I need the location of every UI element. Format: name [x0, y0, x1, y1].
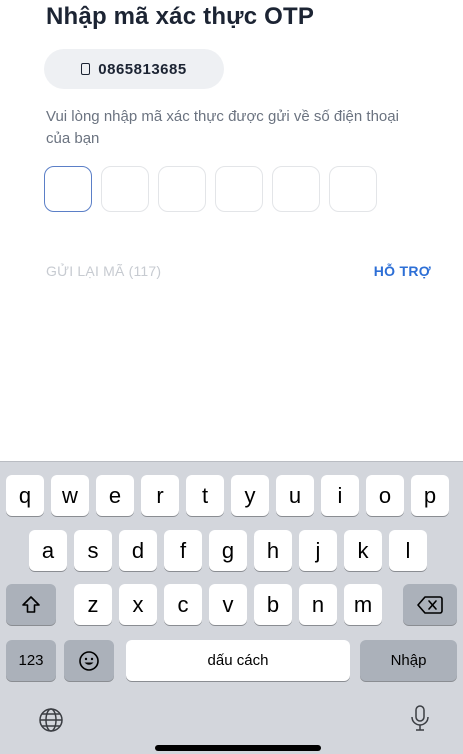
key-u[interactable]: u: [276, 475, 314, 516]
otp-digit-input[interactable]: [215, 166, 263, 212]
key-g[interactable]: g: [209, 530, 247, 571]
key-l[interactable]: l: [389, 530, 427, 571]
emoji-icon: [79, 650, 99, 671]
key-i[interactable]: i: [321, 475, 359, 516]
return-key[interactable]: Nhập: [360, 640, 457, 681]
key-y[interactable]: y: [231, 475, 269, 516]
key-t[interactable]: t: [186, 475, 224, 516]
key-s[interactable]: s: [74, 530, 112, 571]
key-r[interactable]: r: [141, 475, 179, 516]
key-k[interactable]: k: [344, 530, 382, 571]
otp-digit-input[interactable]: [44, 166, 92, 212]
key-n[interactable]: n: [299, 584, 337, 625]
otp-digit-input[interactable]: [272, 166, 320, 212]
home-indicator: [155, 745, 321, 751]
otp-input-group: [44, 166, 377, 212]
key-c[interactable]: c: [164, 584, 202, 625]
otp-instruction: Vui lòng nhập mã xác thực được gửi về số…: [46, 108, 399, 147]
phone-icon: [81, 63, 91, 75]
phone-number-chip: 0865813685: [44, 49, 224, 89]
page-title: Nhập mã xác thực OTP: [46, 3, 315, 30]
otp-digit-input[interactable]: [329, 166, 377, 212]
phone-number: 0865813685: [98, 60, 187, 78]
key-f[interactable]: f: [164, 530, 202, 571]
space-key[interactable]: dấu cách: [126, 640, 350, 681]
microphone-icon[interactable]: [408, 704, 432, 734]
key-a[interactable]: a: [29, 530, 67, 571]
key-p[interactable]: p: [411, 475, 449, 516]
key-z[interactable]: z: [74, 584, 112, 625]
key-b[interactable]: b: [254, 584, 292, 625]
on-screen-keyboard: q w e r t y u i o p a s d f g h j k l z …: [0, 461, 463, 754]
key-v[interactable]: v: [209, 584, 247, 625]
otp-digit-input[interactable]: [158, 166, 206, 212]
resend-code-button[interactable]: GỬI LẠI MÃ (117): [46, 263, 161, 279]
key-d[interactable]: d: [119, 530, 157, 571]
backspace-key[interactable]: [403, 584, 457, 625]
numbers-key[interactable]: 123: [6, 640, 56, 681]
key-q[interactable]: q: [6, 475, 44, 516]
key-m[interactable]: m: [344, 584, 382, 625]
key-j[interactable]: j: [299, 530, 337, 571]
key-x[interactable]: x: [119, 584, 157, 625]
emoji-key[interactable]: [64, 640, 114, 681]
key-w[interactable]: w: [51, 475, 89, 516]
shift-icon: [22, 595, 40, 613]
key-o[interactable]: o: [366, 475, 404, 516]
key-e[interactable]: e: [96, 475, 134, 516]
globe-icon[interactable]: [38, 707, 64, 733]
key-h[interactable]: h: [254, 530, 292, 571]
support-link[interactable]: HỖ TRỢ: [374, 263, 431, 279]
backspace-icon: [417, 595, 443, 614]
otp-digit-input[interactable]: [101, 166, 149, 212]
shift-key[interactable]: [6, 584, 56, 625]
